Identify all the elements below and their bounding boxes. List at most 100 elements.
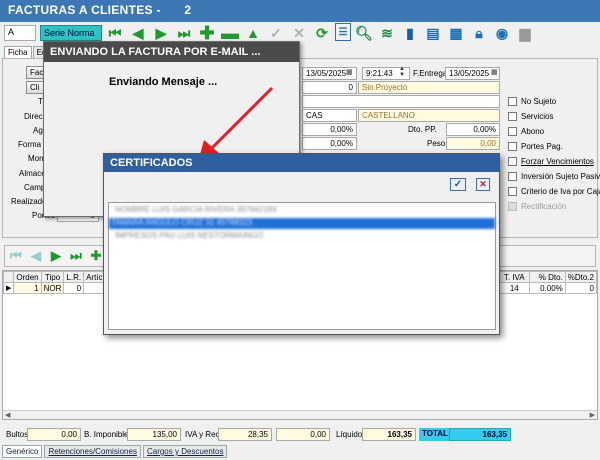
entrega-label: F.Entrega	[413, 69, 448, 78]
percent-input-1[interactable]: 0,00%	[302, 123, 357, 136]
check-servicios[interactable]: Servicios	[508, 112, 600, 121]
checkbox-disabled	[508, 202, 517, 211]
checkbox[interactable]	[508, 172, 517, 181]
first-icon[interactable]: ⏮	[105, 23, 125, 43]
bottom-tabs: Genérico Retenciones/Comisiones Cargos y…	[2, 445, 228, 458]
checkbox[interactable]	[508, 187, 517, 196]
check-no-sujeto[interactable]: No Sujeto	[508, 97, 600, 106]
certificate-item-selected[interactable]: TAMARA ANGULO CRUZ 31 45788323	[109, 218, 495, 229]
col-lr[interactable]: L.R.	[63, 271, 85, 283]
checkbox[interactable]	[508, 112, 517, 121]
check-forzar-vencimientos[interactable]: Forzar Vencimientos	[508, 157, 600, 166]
cancel-certificate-icon[interactable]: ✕	[476, 178, 490, 191]
time-spinner-icon[interactable]: ▲ ▼	[399, 66, 405, 78]
percent-input-2[interactable]: 0,00%	[302, 137, 357, 150]
code-input[interactable]: A	[4, 25, 36, 41]
checkbox[interactable]	[508, 127, 517, 136]
entrega-calendar-icon[interactable]: ▦	[491, 68, 498, 76]
print-icon[interactable]: ▤	[423, 23, 443, 43]
base-field: 135,00	[127, 428, 181, 441]
checkbox[interactable]	[508, 97, 517, 106]
certificates-dialog: CERTIFICADOS ✓ ✕ NOMBRE LUIS GARCIA RIVE…	[103, 153, 500, 335]
peso-label: Peso	[427, 139, 446, 148]
scroll-left-icon[interactable]: ◀	[5, 411, 10, 419]
iva-field: 28,35	[218, 428, 272, 441]
up-icon[interactable]: ▲	[243, 23, 263, 43]
check-inversion-sujeto-pasivo[interactable]: Inversión Sujeto Pasivo	[508, 172, 600, 181]
language-name-field: CASTELLANO	[358, 109, 500, 122]
empty-field[interactable]	[302, 95, 500, 108]
direc-label: Direc	[24, 112, 43, 121]
report-icon[interactable]: ▦	[446, 23, 466, 43]
certificate-item[interactable]: NOMBRE LUIS GARCIA RIVERA 39764218X	[113, 205, 353, 216]
peso-field: 0,00	[446, 137, 500, 150]
tab-cargos[interactable]: Cargos y Descuentos	[142, 445, 228, 458]
last-icon[interactable]: ⏭	[174, 23, 194, 43]
add-icon[interactable]: ✚	[197, 23, 217, 43]
row-pointer-icon: ▶	[2, 282, 15, 294]
bultos-label: Bultos	[6, 430, 29, 439]
prev-line-icon[interactable]: ◀	[28, 248, 44, 264]
list-icon[interactable]: ☰	[335, 23, 351, 41]
col-tipo-iva[interactable]: T. IVA	[498, 271, 530, 283]
layers-icon[interactable]: ≋	[377, 23, 397, 43]
table-row[interactable]: ▶ 1 NOR 0	[2, 282, 117, 294]
refresh-icon[interactable]: ⟳	[312, 23, 332, 43]
cancel-icon[interactable]: ✕	[289, 23, 309, 43]
base-label: B. Imponible	[84, 430, 129, 439]
check-rectificacion: Rectificación	[508, 202, 600, 211]
search-icon[interactable]: 🔍︎	[354, 23, 374, 43]
confirm-icon[interactable]: ✓	[266, 23, 286, 43]
check-abono[interactable]: Abono	[508, 127, 600, 136]
window-title-bar: FACTURAS A CLIENTES - 2	[0, 0, 600, 22]
options-checks: No Sujeto Servicios Abono Portes Pag. Fo…	[508, 97, 600, 211]
total-field: 163,35	[449, 428, 511, 441]
toolbar: ⏮ ◀ ▶ ⏭ ✚ ▬ ▲ ✓ ✕ ⟳ ☰ 🔍︎ ≋ ▮ ▤ ▦ 🔒︎ ◉ ▆	[105, 23, 535, 43]
project-name-field: Sin Proyecto	[358, 81, 500, 94]
check-criterio-iva-caja[interactable]: Criterio de Iva por Caja	[508, 187, 600, 196]
exit-icon[interactable]: ▆	[515, 23, 535, 43]
series-field[interactable]: Serie Norma	[40, 25, 102, 41]
next-line-icon[interactable]: ▶	[48, 248, 64, 264]
next-icon[interactable]: ▶	[151, 23, 171, 43]
lines-nav: ⏮ ◀ ▶ ⏭ ✚	[8, 248, 104, 264]
ag-label: Ag	[33, 126, 43, 135]
tab-generico[interactable]: Genérico	[2, 445, 43, 458]
check-portes-pag[interactable]: Portes Pag.	[508, 142, 600, 151]
book-icon[interactable]: ▮	[400, 23, 420, 43]
certificates-list[interactable]: NOMBRE LUIS GARCIA RIVERA 39764218X TAMA…	[108, 202, 496, 330]
calendar-icon[interactable]: ▦	[346, 68, 353, 76]
liquido-field: 163,35	[362, 428, 416, 441]
help-icon[interactable]: ◉	[492, 23, 512, 43]
tab-retenciones[interactable]: Retenciones/Comisiones	[44, 445, 141, 458]
sending-dialog-title: ENVIANDO LA FACTURA POR E-MAIL ...	[44, 42, 299, 62]
dto-pp-input[interactable]: 0,00%	[446, 123, 500, 136]
delete-icon[interactable]: ▬	[220, 23, 240, 43]
add-line-icon[interactable]: ✚	[88, 248, 104, 264]
liquido-label: Líquido	[336, 430, 363, 439]
total-label: TOTAL	[419, 428, 451, 441]
col-dto[interactable]: % Dto.	[528, 271, 566, 283]
certificate-item[interactable]: IMPRESOS PAU LUIS NESTORMAINGO	[113, 231, 353, 242]
table-row[interactable]: 00 14 0.00% 0	[484, 282, 598, 294]
col-tipo[interactable]: Tipo	[40, 271, 65, 283]
prev-icon[interactable]: ◀	[128, 23, 148, 43]
scroll-right-icon[interactable]: ▶	[590, 411, 595, 419]
tab-ficha[interactable]: Ficha	[4, 46, 32, 58]
window-title: FACTURAS A CLIENTES -	[8, 3, 161, 17]
bultos-field: 0,00	[27, 428, 81, 441]
checkbox[interactable]	[508, 157, 517, 166]
language-code-input[interactable]: CAS	[302, 109, 357, 122]
horizontal-scrollbar[interactable]: ◀ ▶	[3, 410, 597, 419]
col-orden[interactable]: Orden	[13, 271, 42, 283]
project-number-input[interactable]: 0	[302, 81, 357, 94]
rec-field: 0,00	[276, 428, 330, 441]
iva-label: IVA y Rec.	[185, 430, 222, 439]
moneda-label: Mon	[28, 154, 44, 163]
last-line-icon[interactable]: ⏭	[68, 248, 84, 264]
lock-icon[interactable]: 🔒︎	[469, 23, 489, 43]
checkbox[interactable]	[508, 142, 517, 151]
col-dto2[interactable]: %Dto.2	[564, 271, 598, 283]
first-line-icon[interactable]: ⏮	[8, 248, 24, 264]
accept-certificate-icon[interactable]: ✓	[450, 178, 466, 191]
